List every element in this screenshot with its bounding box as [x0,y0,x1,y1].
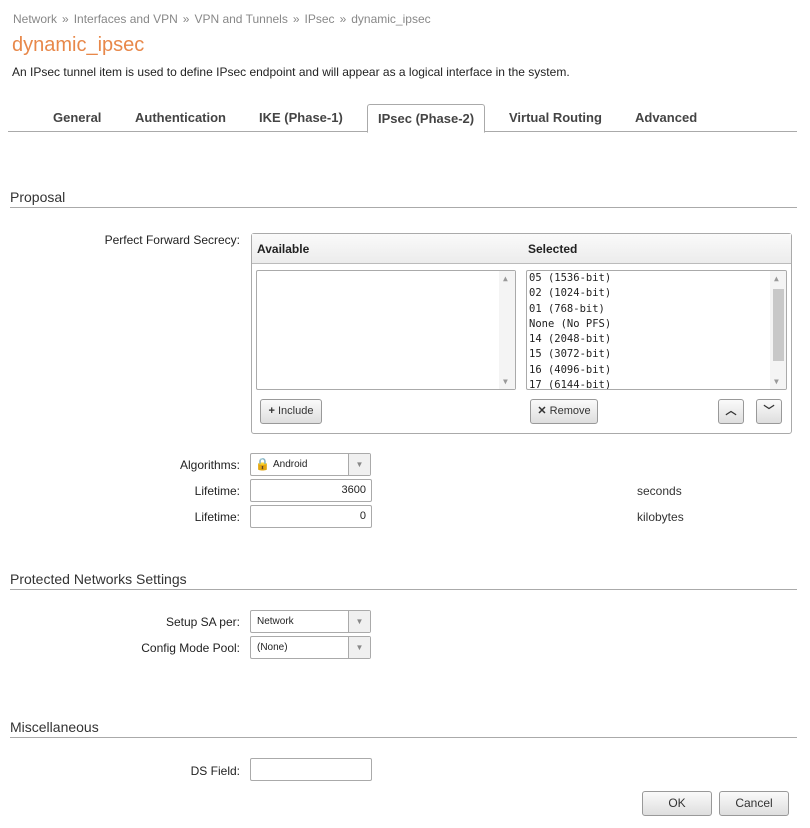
selected-list[interactable]: 05 (1536-bit) 02 (1024-bit) 01 (768-bit) No… [526,270,787,390]
scroll-up-icon[interactable]: ▲ [774,274,779,283]
available-header: Available [257,242,310,256]
config-pool-select[interactable]: (None) ▼ [250,636,371,659]
scroll-up-icon[interactable]: ▲ [503,274,508,283]
selected-pfs-option[interactable]: 14 (2048-bit) [527,332,786,347]
scrollbar-thumb[interactable] [773,289,784,361]
section-proposal: Proposal [10,189,797,208]
breadcrumb-ipsec[interactable]: IPsec [305,12,335,26]
chevron-down-icon[interactable]: ▼ [348,611,370,632]
config-pool-value: (None) [257,642,288,653]
ok-button[interactable]: OK [642,791,712,816]
remove-label: Remove [549,405,591,417]
include-label: Include [278,405,314,417]
tab-ike-phase1[interactable]: IKE (Phase-1) [249,104,353,132]
ds-field-label: DS Field: [190,764,240,778]
selected-pfs-option[interactable]: None (No PFS) [527,317,786,332]
selected-pfs-option[interactable]: 01 (768-bit) [527,302,786,317]
pfs-label: Perfect Forward Secrecy: [104,233,240,247]
tab-authentication[interactable]: Authentication [125,104,236,132]
breadcrumb-network[interactable]: Network [13,12,57,26]
ds-field-input[interactable] [250,758,372,781]
seconds-unit: seconds [637,484,682,498]
breadcrumb-interfaces[interactable]: Interfaces and VPN [74,12,178,26]
page-title: dynamic_ipsec [12,34,145,56]
plus-icon: + [268,405,275,417]
breadcrumb: Network » Interfaces and VPN » VPN and Tunne… [13,12,431,26]
algorithms-select[interactable]: 🔒 Android ▼ [250,453,371,476]
page-description: An IPsec tunnel item is used to define I… [12,65,570,79]
chevron-down-icon[interactable]: ▼ [348,454,370,475]
algorithms-label: Algorithms: [179,458,240,472]
pfs-header: Available Selected [252,234,791,264]
scroll-down-icon[interactable]: ▼ [503,377,508,386]
chevron-up-icon: ︿ [725,405,737,417]
section-miscellaneous: Miscellaneous [10,719,797,738]
cancel-button[interactable]: Cancel [719,791,789,816]
section-protected-networks: Protected Networks Settings [10,571,797,590]
move-down-button[interactable]: ﹀ [756,399,782,424]
tab-general[interactable]: General [43,104,111,132]
tab-virtual-routing[interactable]: Virtual Routing [499,104,612,132]
remove-button[interactable]: ✕ Remove [530,399,598,424]
lifetime-kb-label: Lifetime: [194,510,240,524]
move-up-button[interactable]: ︿ [718,399,744,424]
breadcrumb-separator: » [339,12,347,26]
chevron-down-icon[interactable]: ▼ [348,637,370,658]
chevron-down-icon: ﹀ [763,405,775,417]
setup-sa-select[interactable]: Network ▼ [250,610,371,633]
selected-pfs-option[interactable]: 05 (1536-bit) [527,271,786,286]
scrollbar[interactable]: ▲ ▼ [499,271,515,389]
breadcrumb-current: dynamic_ipsec [351,12,431,26]
breadcrumb-separator: » [62,12,69,26]
selected-pfs-option[interactable]: 16 (4096-bit) [527,363,786,378]
tab-advanced[interactable]: Advanced [625,104,707,132]
x-icon: ✕ [537,405,547,417]
selected-pfs-option[interactable]: 02 (1024-bit) [527,286,786,301]
pfs-selector: Available Selected ▲ ▼ 05 (1536-bit) 02 (1… [251,233,792,434]
selected-pfs-option[interactable]: 17 (6144-bit) [527,378,786,389]
tab-bar: General Authentication IKE (Phase-1) IPs… [8,104,797,133]
lifetime-kb-input[interactable]: 0 [250,505,372,528]
scrollbar[interactable]: ▲ ▼ [770,271,786,389]
selected-header: Selected [528,242,578,256]
lock-key-icon: 🔒 [255,457,270,471]
include-button[interactable]: + Include [260,399,322,424]
tab-ipsec-phase2[interactable]: IPsec (Phase-2) [367,104,486,133]
breadcrumb-separator: » [292,12,300,26]
selected-pfs-option[interactable]: 15 (3072-bit) [527,347,786,362]
setup-sa-value: Network [257,616,294,627]
available-list[interactable]: ▲ ▼ [256,270,516,390]
scroll-down-icon[interactable]: ▼ [774,377,779,386]
breadcrumb-separator: » [182,12,190,26]
setup-sa-label: Setup SA per: [165,615,240,629]
algorithms-value: Android [273,459,308,470]
lifetime-seconds-label: Lifetime: [194,484,240,498]
kilobytes-unit: kilobytes [637,510,684,524]
lifetime-seconds-input[interactable]: 3600 [250,479,372,502]
config-pool-label: Config Mode Pool: [141,641,240,655]
breadcrumb-vpn[interactable]: VPN and Tunnels [194,12,287,26]
